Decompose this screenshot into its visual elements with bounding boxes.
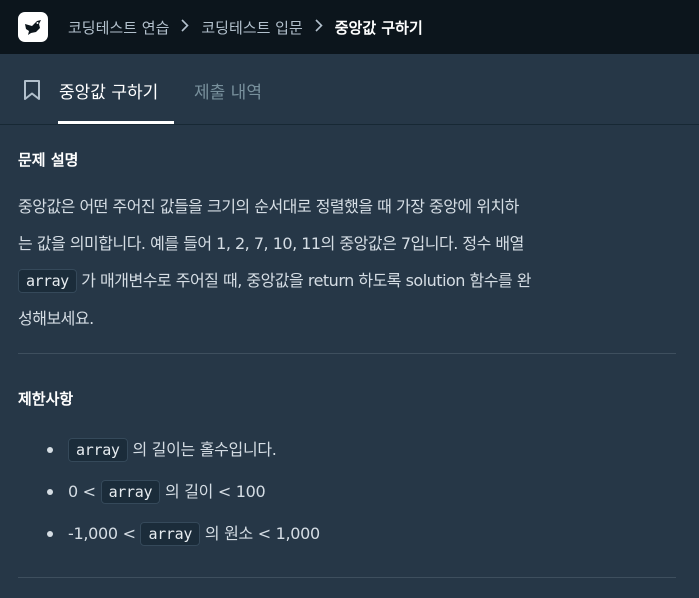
tab-problem[interactable]: 중앙값 구하기 [59, 78, 158, 103]
breadcrumb-item-coding-test-practice[interactable]: 코딩테스트 연습 [68, 17, 169, 38]
problem-description-title: 문제 설명 [18, 151, 79, 169]
code-array: array [18, 269, 77, 293]
programmers-logo-icon[interactable] [18, 12, 48, 42]
active-tab-indicator [58, 121, 174, 124]
description-line-3: 가 매개변수로 주어질 때, 중앙값을 return 하도록 solution … [76, 271, 532, 290]
problem-tab-bar: 중앙값 구하기 제출 내역 [0, 54, 699, 125]
bookmark-icon[interactable] [23, 79, 41, 105]
code-array: array [68, 438, 128, 462]
section-divider [18, 353, 676, 354]
constraints-title: 제한사항 [18, 390, 74, 408]
bullet-icon [47, 489, 53, 495]
constraint-item: 0 < array 의 길이 < 100 [18, 471, 676, 513]
breadcrumb-item-coding-test-intro[interactable]: 코딩테스트 입문 [201, 17, 302, 38]
chevron-right-icon [315, 18, 323, 36]
breadcrumb: 코딩테스트 연습 코딩테스트 입문 중앙값 구하기 [68, 17, 423, 38]
top-navigation-bar: 코딩테스트 연습 코딩테스트 입문 중앙값 구하기 [0, 0, 699, 54]
breadcrumb-item-current-problem: 중앙값 구하기 [334, 18, 423, 37]
constraint-item: -1,000 < array 의 원소 < 1,000 [18, 513, 676, 555]
description-line-1: 중앙값은 어떤 주어진 값들을 크기의 순서대로 정렬했을 때 가장 중앙에 위… [18, 197, 519, 216]
bullet-icon [47, 447, 53, 453]
description-line-2: 는 값을 의미합니다. 예를 들어 1, 2, 7, 10, 11의 중앙값은 … [18, 234, 524, 253]
section-divider [18, 577, 676, 578]
code-array: array [140, 522, 201, 546]
code-array: array [100, 480, 161, 504]
constraints-list: array 의 길이는 홀수입니다. 0 < array 의 길이 < 100 … [18, 429, 676, 555]
description-line-4: 성해보세요. [18, 309, 94, 328]
chevron-right-icon [181, 18, 190, 36]
constraint-item: array 의 길이는 홀수입니다. [18, 429, 676, 471]
bullet-icon [47, 531, 53, 537]
problem-description: 중앙값은 어떤 주어진 값들을 크기의 순서대로 정렬했을 때 가장 중앙에 위… [18, 188, 676, 337]
tab-submissions[interactable]: 제출 내역 [194, 78, 262, 103]
problem-content: 문제 설명 중앙값은 어떤 주어진 값들을 크기의 순서대로 정렬했을 때 가장… [18, 125, 676, 578]
